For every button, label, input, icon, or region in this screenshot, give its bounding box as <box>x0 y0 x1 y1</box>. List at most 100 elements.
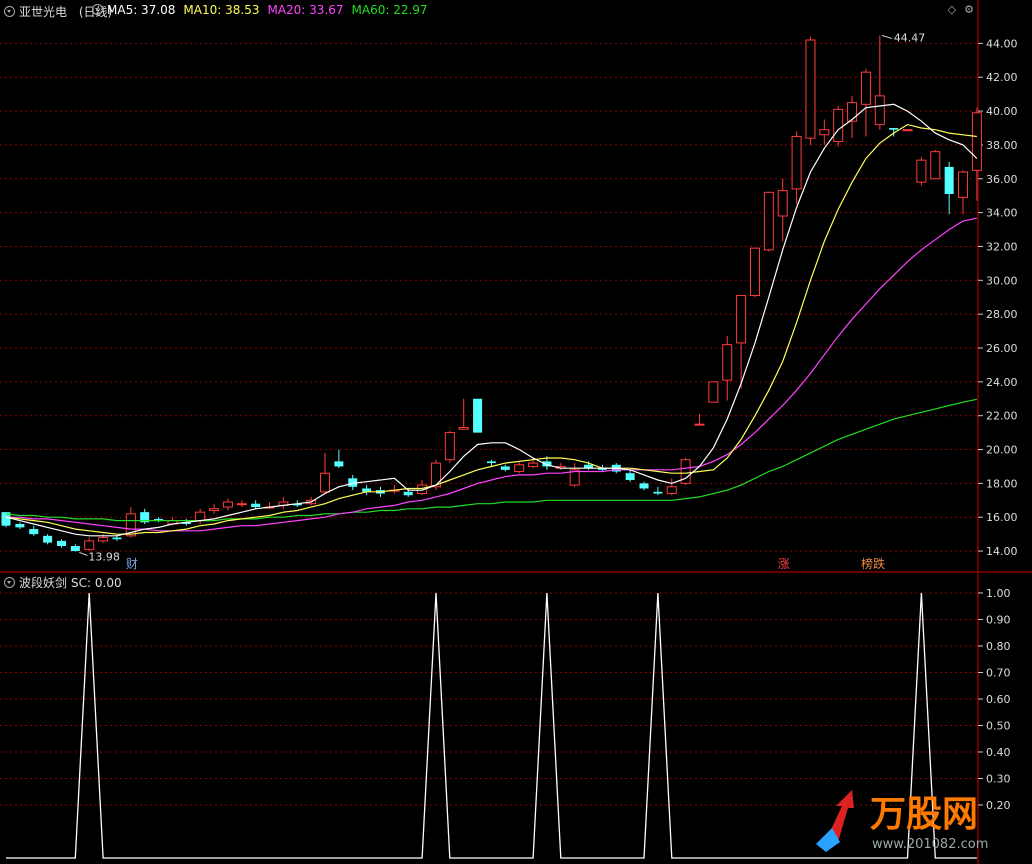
candle-body <box>222 501 233 508</box>
ma5-line <box>5 103 978 537</box>
candle-body <box>777 190 788 217</box>
candle-body <box>889 128 899 130</box>
price-tick-label: 42.00 <box>986 71 1018 84</box>
candle-body <box>29 529 39 535</box>
candle-body <box>971 112 982 171</box>
price-tick-label: 16.00 <box>986 511 1018 524</box>
candle-body <box>15 524 25 528</box>
indicator-value: SC: 0.00 <box>71 576 122 590</box>
candle-body <box>98 537 109 542</box>
candle-body <box>112 537 122 540</box>
ma-legend: MA5: 37.08 MA10: 38.53 MA20: 33.67 MA60: 22… <box>92 3 436 17</box>
candle-body <box>236 503 247 506</box>
sc-tick-label: 0.80 <box>986 640 1011 653</box>
candle-body <box>694 423 705 426</box>
ma-settings-icon[interactable] <box>92 4 103 15</box>
collapse-icon[interactable] <box>4 6 15 17</box>
candle-body <box>653 491 663 494</box>
candle-body <box>458 427 469 430</box>
candle-body <box>833 108 844 143</box>
candle-body <box>500 466 510 470</box>
candle-body <box>944 166 954 194</box>
candle-body <box>430 462 441 488</box>
settings-icon[interactable]: ⚙ <box>964 3 974 16</box>
price-tick-label: 40.00 <box>986 105 1018 118</box>
price-tick-label: 24.00 <box>986 376 1018 389</box>
candle-body <box>251 503 261 508</box>
candle-body <box>56 540 66 546</box>
sc-tick-label: 0.60 <box>986 693 1011 706</box>
candle-body <box>403 491 413 496</box>
candle-body <box>847 102 858 122</box>
ma60-value: MA60: 22.97 <box>351 3 428 17</box>
candle-body <box>749 247 760 297</box>
candle-body <box>763 191 774 251</box>
candle-body <box>819 129 830 136</box>
candle-body <box>902 129 913 132</box>
price-tick-label: 34.00 <box>986 207 1018 220</box>
indicator-name: 波段妖剑 <box>19 576 68 590</box>
candle-body <box>195 511 206 522</box>
event-marker-rise: 涨 <box>778 556 790 571</box>
candle-body <box>84 540 95 550</box>
candle-body <box>334 461 344 467</box>
indicator-header: 波段妖剑 SC: 0.00 <box>4 574 130 591</box>
candle-body <box>473 398 483 433</box>
sc-tick-label: 0.50 <box>986 719 1011 732</box>
price-tick-label: 44.00 <box>986 37 1018 50</box>
candle-body <box>320 472 331 493</box>
candle-body <box>874 95 885 126</box>
candle-body <box>860 71 871 105</box>
candle-body <box>486 461 496 464</box>
candle-body <box>958 171 969 198</box>
sc-tick-label: 0.70 <box>986 666 1011 679</box>
candle-body <box>930 151 941 180</box>
candle-body <box>639 483 649 489</box>
ma20-line <box>6 217 978 532</box>
price-tick-label: 20.00 <box>986 444 1018 457</box>
candle-body <box>625 473 635 480</box>
candle-body <box>666 486 677 495</box>
ma10-value: MA10: 38.53 <box>183 3 260 17</box>
candle-body <box>43 535 53 543</box>
candle-body <box>708 381 719 403</box>
price-tick-label: 28.00 <box>986 308 1018 321</box>
price-tick-label: 26.00 <box>986 342 1018 355</box>
price-tick-label: 14.00 <box>986 545 1018 558</box>
sc-tick-label: 0.90 <box>986 613 1011 626</box>
ma5-value: MA5: 37.08 <box>107 3 176 17</box>
diamond-icon[interactable]: ◇ <box>948 3 956 16</box>
watermark-url: www.201082.com <box>872 837 988 852</box>
price-tick-label: 36.00 <box>986 173 1018 186</box>
indicator-collapse-icon[interactable] <box>4 577 15 588</box>
ma20-value: MA20: 33.67 <box>267 3 344 17</box>
watermark-logo: 万股网 www.201082.com <box>816 790 988 852</box>
candle-body <box>70 546 80 552</box>
candle-body <box>209 508 220 511</box>
candle-body <box>722 344 733 381</box>
sc-tick-label: 0.40 <box>986 746 1011 759</box>
watermark-text: 万股网 <box>870 794 978 835</box>
candle-body <box>736 295 747 344</box>
candle-body <box>528 462 539 467</box>
sc-tick-label: 1.00 <box>986 587 1011 600</box>
low-price-label: 13.98 <box>88 550 120 563</box>
candle-body <box>444 432 455 461</box>
ma10-line <box>5 123 977 535</box>
price-tick-label: 22.00 <box>986 410 1018 423</box>
low-marker <box>79 551 88 556</box>
price-tick-label: 38.00 <box>986 139 1018 152</box>
high-marker <box>881 34 892 39</box>
chart-canvas: 14.00 16.00 18.00 20.00 22.00 24.00 26.00 28.00… <box>0 0 1032 864</box>
candle-body <box>916 159 927 183</box>
top-right-icons: ◇ ⚙ <box>940 3 974 16</box>
candle-body <box>791 135 802 190</box>
price-tick-label: 32.00 <box>986 240 1018 253</box>
event-marker-list-drop: 榜跌 <box>861 556 885 571</box>
price-tick-label: 18.00 <box>986 477 1018 490</box>
high-price-label: 44.47 <box>894 31 926 44</box>
candle-body <box>805 39 816 139</box>
event-marker-finance: 财 <box>126 557 138 571</box>
candle-body <box>514 464 525 473</box>
price-tick-label: 30.00 <box>986 274 1018 287</box>
